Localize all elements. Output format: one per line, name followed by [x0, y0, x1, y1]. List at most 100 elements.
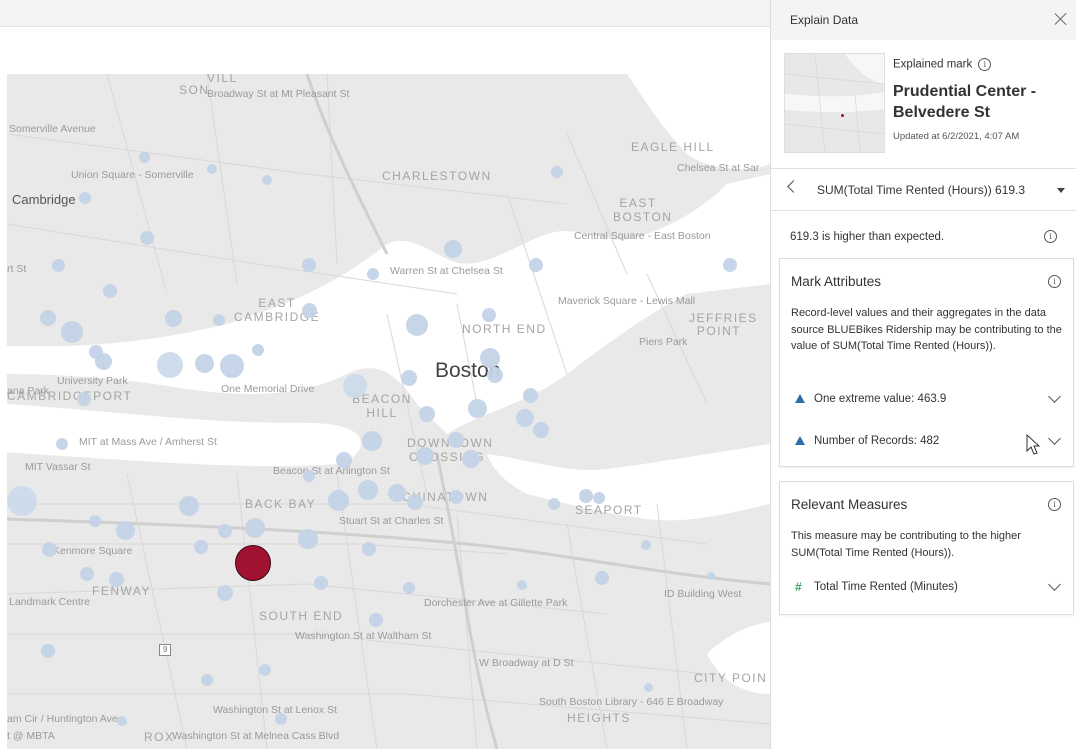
station-mark[interactable] [109, 572, 124, 587]
station-mark[interactable] [79, 192, 91, 204]
station-mark[interactable] [41, 644, 55, 658]
map-label-one-memorial: One Memorial Drive [221, 383, 315, 395]
station-mark[interactable] [336, 452, 352, 468]
station-mark[interactable] [217, 585, 233, 601]
station-mark[interactable] [103, 284, 117, 298]
attribute-row-extreme-value[interactable]: One extreme value: 463.9 [780, 384, 1073, 414]
station-mark[interactable] [641, 540, 651, 550]
map-label-south-end: SOUTH END [259, 609, 344, 623]
station-mark[interactable] [401, 370, 417, 386]
station-mark[interactable] [388, 484, 406, 502]
map-label-jeffries-point: JEFFRIES POINT [689, 311, 758, 338]
station-mark[interactable] [482, 308, 496, 322]
station-mark[interactable] [195, 354, 214, 373]
station-mark[interactable] [593, 492, 605, 504]
station-mark[interactable] [262, 175, 272, 185]
station-mark[interactable] [298, 529, 318, 549]
station-mark[interactable] [245, 518, 265, 538]
station-mark[interactable] [480, 348, 500, 368]
station-mark[interactable] [343, 374, 367, 398]
station-mark[interactable] [407, 494, 423, 510]
station-mark[interactable] [362, 431, 382, 451]
station-mark[interactable] [529, 258, 543, 272]
station-mark[interactable] [194, 540, 208, 554]
chevron-down-icon[interactable] [1048, 390, 1061, 403]
station-mark[interactable] [56, 438, 68, 450]
station-mark[interactable] [116, 521, 135, 540]
selected-station-mark[interactable] [235, 545, 271, 581]
station-mark[interactable] [179, 496, 199, 516]
station-mark[interactable] [201, 674, 213, 686]
station-mark[interactable] [165, 310, 182, 327]
station-mark[interactable] [314, 576, 328, 590]
station-mark[interactable] [548, 498, 560, 510]
boston-map[interactable]: VILL SON Broadway St at Mt Pleasant St S… [7, 74, 770, 749]
station-mark[interactable] [89, 515, 101, 527]
station-mark[interactable] [80, 567, 94, 581]
map-label-cambridgeport: CAMBRIDGEPORT [7, 389, 133, 403]
station-mark[interactable] [362, 542, 376, 556]
station-mark[interactable] [551, 166, 563, 178]
station-mark[interactable] [303, 470, 315, 482]
map-label-beacon-arlington: Beacon St at Arlington St [273, 465, 390, 477]
info-icon[interactable]: i [978, 58, 992, 71]
station-mark[interactable] [406, 314, 428, 336]
station-mark[interactable] [77, 392, 91, 406]
station-mark[interactable] [259, 664, 271, 676]
station-mark[interactable] [302, 303, 317, 318]
station-mark[interactable] [42, 542, 57, 557]
station-mark[interactable] [419, 406, 435, 422]
map-label-son: SON [179, 83, 210, 97]
station-mark[interactable] [487, 367, 503, 383]
map-label-city-point: CITY POIN [694, 671, 768, 685]
station-mark[interactable] [140, 231, 154, 245]
station-mark[interactable] [302, 258, 316, 272]
panel-header: Explain Data [771, 0, 1076, 40]
station-mark[interactable] [275, 713, 287, 725]
close-icon[interactable] [1052, 10, 1070, 28]
station-mark[interactable] [644, 683, 653, 692]
station-mark[interactable] [61, 321, 83, 343]
station-mark[interactable] [139, 152, 150, 163]
station-mark[interactable] [444, 240, 462, 258]
station-mark[interactable] [252, 344, 264, 356]
station-mark[interactable] [220, 354, 244, 378]
chevron-left-icon[interactable] [787, 180, 800, 193]
map-header-area [0, 27, 770, 74]
station-mark[interactable] [449, 490, 463, 504]
station-mark[interactable] [403, 582, 415, 594]
station-mark[interactable] [213, 314, 225, 326]
station-mark[interactable] [416, 447, 434, 465]
station-mark[interactable] [218, 524, 232, 538]
caret-down-icon[interactable] [1057, 188, 1065, 193]
measure-selector[interactable]: SUM(Total Time Rented (Hours)) 619.3 [771, 171, 1076, 207]
station-mark[interactable] [52, 259, 65, 272]
station-mark[interactable] [328, 490, 349, 511]
info-icon[interactable]: i [1044, 230, 1057, 243]
station-mark[interactable] [207, 164, 217, 174]
station-mark[interactable] [516, 409, 534, 427]
station-mark[interactable] [117, 716, 127, 726]
station-mark[interactable] [523, 388, 538, 403]
station-mark[interactable] [157, 352, 183, 378]
station-mark[interactable] [517, 580, 527, 590]
station-mark[interactable] [369, 613, 383, 627]
info-icon[interactable]: i [1048, 498, 1061, 511]
station-mark[interactable] [579, 489, 593, 503]
station-mark[interactable] [448, 432, 464, 448]
chevron-down-icon[interactable] [1048, 578, 1061, 591]
station-mark[interactable] [595, 571, 609, 585]
station-mark[interactable] [358, 480, 378, 500]
station-mark[interactable] [707, 572, 715, 580]
info-icon[interactable]: i [1048, 275, 1061, 288]
station-mark[interactable] [468, 399, 487, 418]
station-mark[interactable] [462, 450, 480, 468]
chevron-down-icon[interactable] [1048, 432, 1061, 445]
station-mark[interactable] [95, 353, 112, 370]
station-mark[interactable] [367, 268, 379, 280]
station-mark[interactable] [7, 486, 37, 516]
measure-row-total-time-minutes[interactable]: # Total Time Rented (Minutes) [780, 572, 1073, 602]
station-mark[interactable] [533, 422, 549, 438]
station-mark[interactable] [723, 258, 737, 272]
station-mark[interactable] [40, 310, 56, 326]
